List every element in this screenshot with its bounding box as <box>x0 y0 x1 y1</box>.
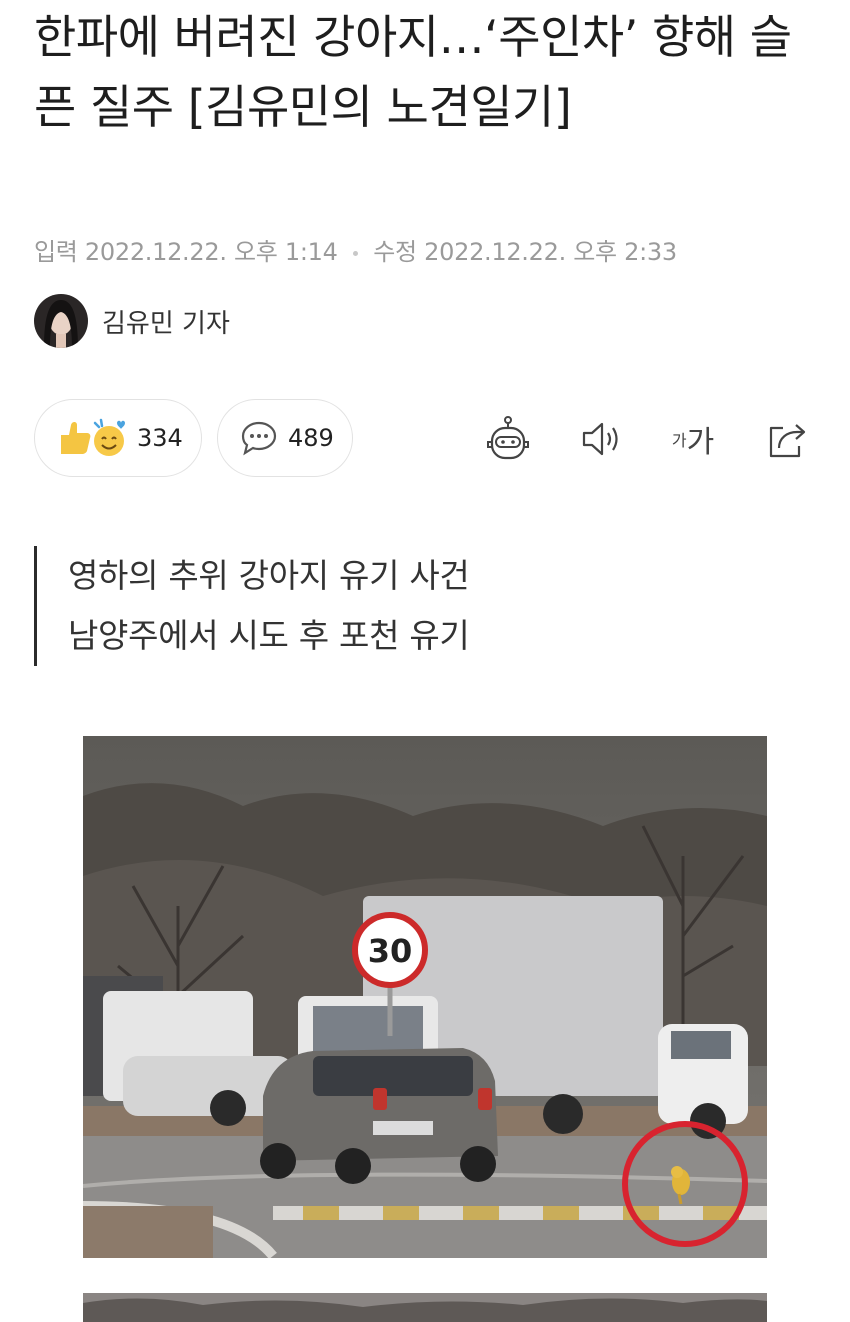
separator-dot <box>352 250 358 256</box>
share-button[interactable] <box>760 411 816 467</box>
article-headline: 한파에 버려진 강아지…‘주인차’ 향해 슬픈 질주 [김유민의 노견일기] <box>34 10 792 134</box>
article-summary: 영하의 추위 강아지 유기 사건 남양주에서 시도 후 포천 유기 <box>34 546 470 666</box>
summary-bot-button[interactable] <box>480 411 536 467</box>
second-photo-top[interactable] <box>83 1293 767 1322</box>
summary-line-2: 남양주에서 시도 후 포천 유기 <box>68 616 470 655</box>
speaker-icon <box>582 422 618 456</box>
author-avatar[interactable] <box>34 294 88 348</box>
input-time: 2022.12.22. 오후 1:14 <box>84 238 338 266</box>
input-label: 입력 <box>34 238 78 266</box>
listen-button[interactable] <box>573 411 629 467</box>
reaction-button[interactable]: 334 <box>34 399 202 477</box>
robot-summary-icon <box>487 416 529 460</box>
reaction-emoji-icon <box>61 418 125 456</box>
share-icon <box>769 424 806 458</box>
reaction-count: 334 <box>137 424 183 452</box>
edit-time: 2022.12.22. 오후 2:33 <box>424 238 677 266</box>
font-small-glyph: 가 <box>671 431 687 450</box>
article-timestamps: 입력 2022.12.22. 오후 1:14 수정 2022.12.22. 오후… <box>34 232 677 267</box>
summary-line-1: 영하의 추위 강아지 유기 사건 <box>68 556 470 595</box>
comment-button[interactable]: 489 <box>217 399 353 477</box>
author-name[interactable]: 김유민 기자 <box>102 303 230 340</box>
byline[interactable]: 김유민 기자 <box>34 293 230 349</box>
article-photo[interactable]: 30 <box>83 736 767 1258</box>
comment-bubble-icon <box>241 421 277 456</box>
speed-sign-text: 30 <box>368 932 413 970</box>
edit-label: 수정 <box>373 238 417 266</box>
font-big-glyph: 가 <box>686 425 715 460</box>
font-size-button[interactable]: 가 가 <box>665 411 721 467</box>
comment-count: 489 <box>288 424 334 452</box>
